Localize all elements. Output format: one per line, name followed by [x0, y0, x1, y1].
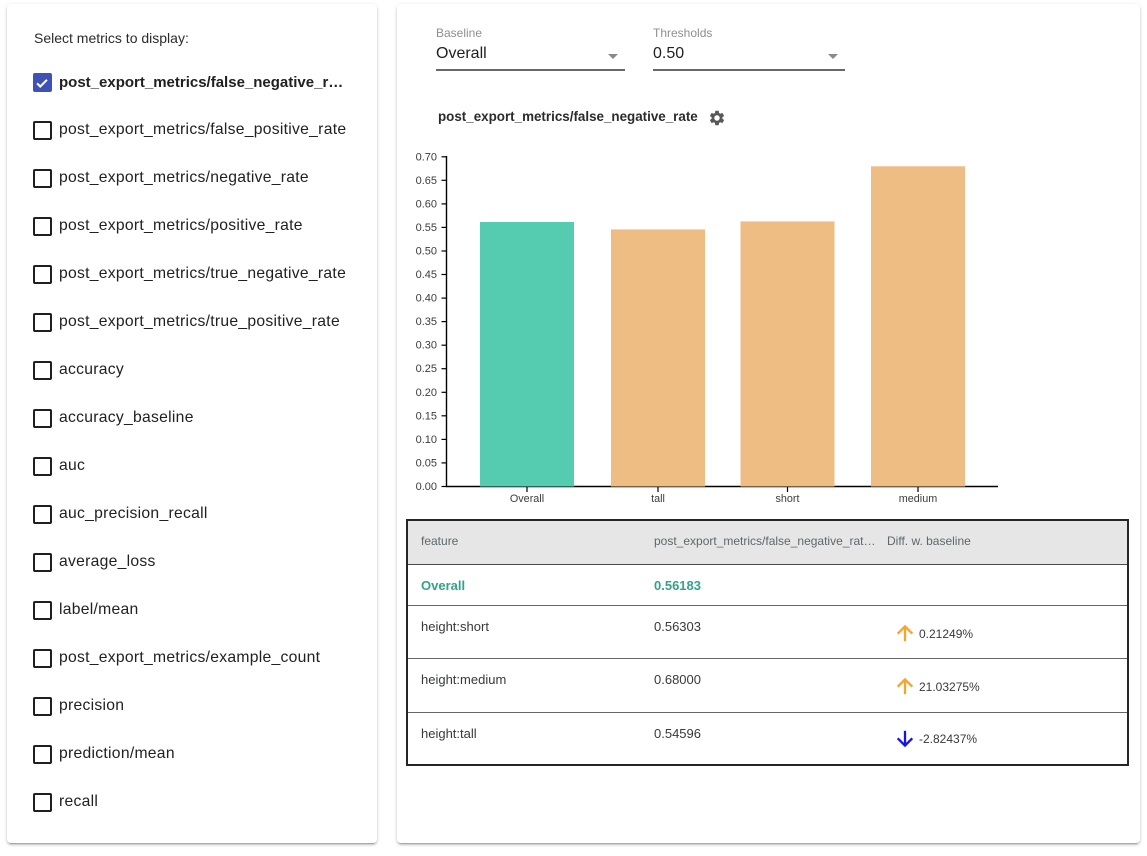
- svg-text:0.70: 0.70: [416, 151, 437, 163]
- svg-text:0.60: 0.60: [416, 198, 437, 210]
- svg-text:0.50: 0.50: [416, 246, 437, 258]
- svg-text:0.30: 0.30: [416, 340, 437, 352]
- svg-text:0.55: 0.55: [416, 222, 437, 234]
- svg-text:0.15: 0.15: [416, 410, 437, 422]
- svg-text:tall: tall: [651, 493, 665, 505]
- svg-text:Overall: Overall: [510, 493, 544, 505]
- svg-text:0.65: 0.65: [416, 175, 437, 187]
- svg-text:0.20: 0.20: [416, 387, 437, 399]
- svg-text:medium: medium: [899, 493, 937, 505]
- svg-text:short: short: [775, 493, 799, 505]
- svg-text:0.10: 0.10: [416, 434, 437, 446]
- svg-text:0.45: 0.45: [416, 269, 437, 281]
- svg-text:0.00: 0.00: [416, 481, 437, 493]
- svg-text:0.35: 0.35: [416, 316, 437, 328]
- svg-text:0.05: 0.05: [416, 457, 437, 469]
- svg-text:0.25: 0.25: [416, 363, 437, 375]
- svg-text:0.40: 0.40: [416, 293, 437, 305]
